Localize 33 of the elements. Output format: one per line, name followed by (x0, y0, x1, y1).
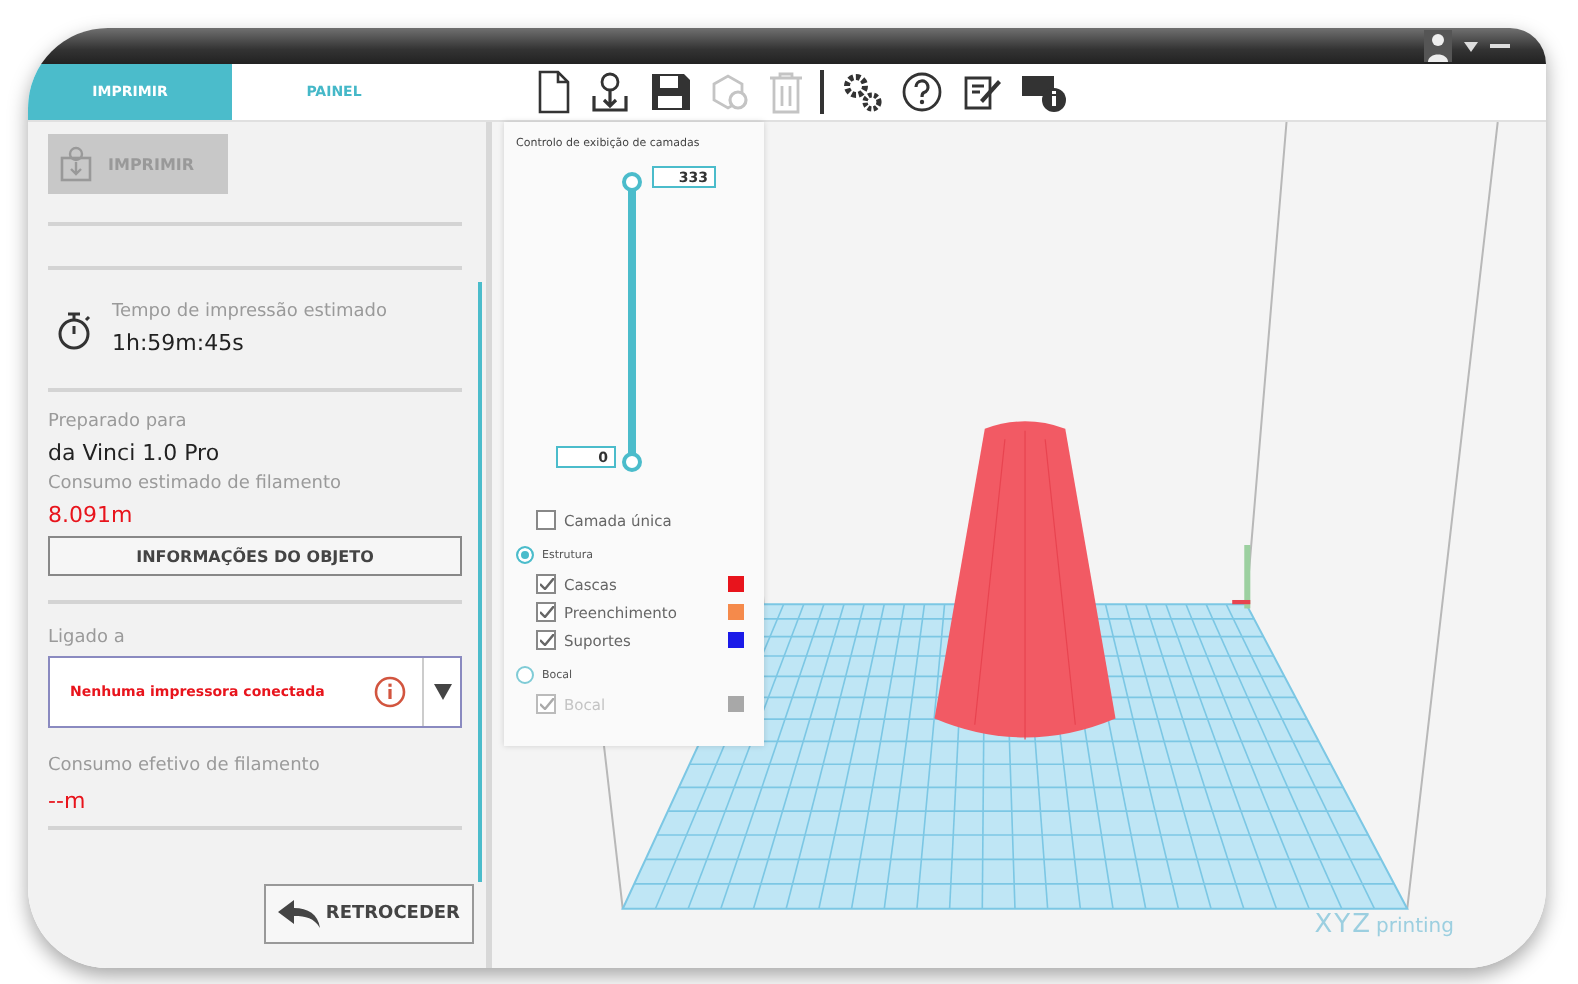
printer-icon (60, 146, 92, 182)
settings-icon[interactable] (840, 70, 884, 114)
estimate-value: 1h:59m:45s (112, 330, 246, 356)
cone-model[interactable] (934, 421, 1116, 741)
layer-checkbox[interactable] (536, 574, 556, 594)
info-icon (374, 676, 406, 708)
help-icon[interactable] (900, 70, 944, 114)
printer-model: da Vinci 1.0 Pro (48, 440, 222, 466)
scrollbar[interactable] (478, 282, 482, 882)
import-icon[interactable] (588, 70, 632, 114)
user-icon[interactable] (1424, 30, 1452, 62)
connection-label: Ligado a (48, 628, 127, 648)
brand-logo: XYZ printing (1314, 910, 1454, 940)
axis-marker-icon (1232, 545, 1251, 609)
new-file-icon[interactable] (536, 70, 572, 114)
caret-icon (433, 684, 451, 700)
info-icon[interactable] (1020, 70, 1068, 114)
layer-checkbox[interactable] (536, 602, 556, 622)
object-info-button[interactable]: INFORMAÇÕES DO OBJETO (48, 536, 462, 576)
back-button[interactable]: RETROCEDER (263, 884, 474, 944)
stopwatch-icon (56, 309, 92, 349)
radio-button[interactable] (516, 546, 534, 564)
back-arrow-icon (277, 900, 322, 928)
layer-checkbox[interactable] (536, 630, 556, 650)
radio-button[interactable] (516, 666, 534, 684)
filament-label: Consumo estimado de filamento (48, 474, 343, 494)
filament-value: 8.091m (48, 502, 135, 528)
caret-icon[interactable] (1464, 41, 1478, 51)
actual-filament-label: Consumo efetivo de filamento (48, 756, 322, 776)
estimate-label: Tempo de impressão estimado (112, 302, 388, 322)
actual-filament-value: --m (48, 788, 88, 814)
save-icon[interactable] (648, 70, 692, 114)
prepared-label: Preparado para (48, 412, 189, 432)
